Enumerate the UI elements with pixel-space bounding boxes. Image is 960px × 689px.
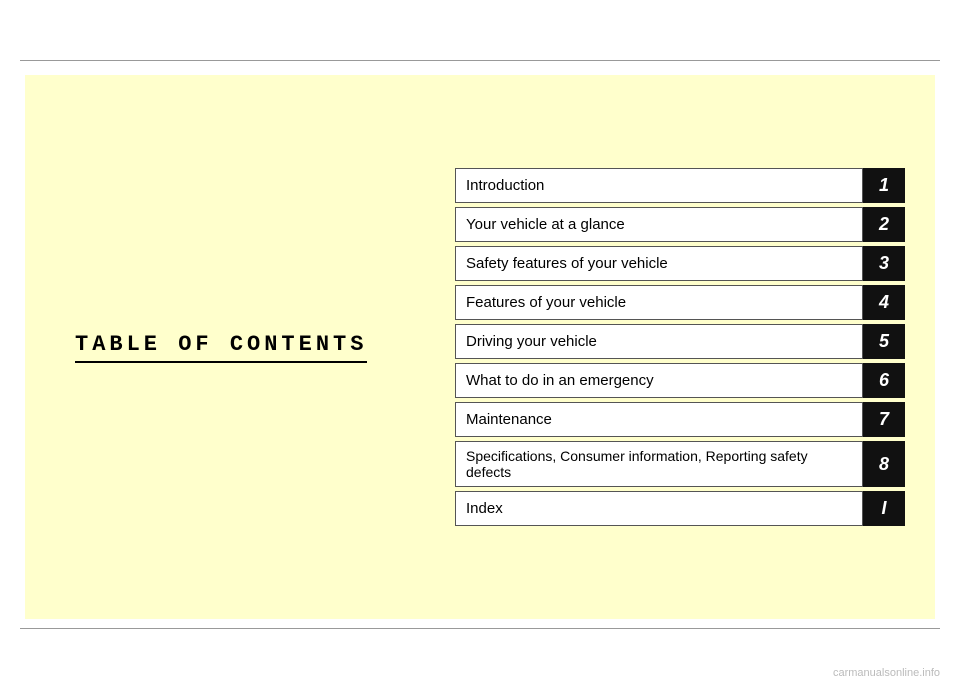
- toc-label-safety-features: Safety features of your vehicle: [455, 246, 863, 281]
- toc-row-driving[interactable]: Driving your vehicle5: [455, 324, 905, 359]
- main-content: TABLE OF CONTENTS Introduction1Your vehi…: [25, 75, 935, 619]
- toc-label-introduction: Introduction: [455, 168, 863, 203]
- watermark: carmanualsonline.info: [833, 667, 940, 679]
- toc-row-features[interactable]: Features of your vehicle4: [455, 285, 905, 320]
- toc-list: Introduction1Your vehicle at a glance2Sa…: [455, 168, 905, 526]
- toc-row-index[interactable]: IndexI: [455, 491, 905, 526]
- toc-label-index: Index: [455, 491, 863, 526]
- bottom-rule: [20, 628, 940, 629]
- toc-number-maintenance: 7: [863, 402, 905, 437]
- toc-number-introduction: 1: [863, 168, 905, 203]
- toc-label-vehicle-glance: Your vehicle at a glance: [455, 207, 863, 242]
- toc-title: TABLE OF CONTENTS: [75, 332, 367, 363]
- toc-number-safety-features: 3: [863, 246, 905, 281]
- toc-number-vehicle-glance: 2: [863, 207, 905, 242]
- toc-label-maintenance: Maintenance: [455, 402, 863, 437]
- toc-number-index: I: [863, 491, 905, 526]
- toc-number-specifications: 8: [863, 441, 905, 487]
- toc-label-driving: Driving your vehicle: [455, 324, 863, 359]
- toc-number-driving: 5: [863, 324, 905, 359]
- toc-label-specifications: Specifications, Consumer information, Re…: [455, 441, 863, 487]
- left-panel: TABLE OF CONTENTS: [55, 332, 455, 363]
- toc-row-specifications[interactable]: Specifications, Consumer information, Re…: [455, 441, 905, 487]
- toc-row-maintenance[interactable]: Maintenance7: [455, 402, 905, 437]
- toc-label-features: Features of your vehicle: [455, 285, 863, 320]
- toc-label-emergency: What to do in an emergency: [455, 363, 863, 398]
- toc-row-safety-features[interactable]: Safety features of your vehicle3: [455, 246, 905, 281]
- toc-row-emergency[interactable]: What to do in an emergency6: [455, 363, 905, 398]
- top-rule: [20, 60, 940, 61]
- toc-row-vehicle-glance[interactable]: Your vehicle at a glance2: [455, 207, 905, 242]
- toc-number-emergency: 6: [863, 363, 905, 398]
- toc-number-features: 4: [863, 285, 905, 320]
- toc-row-introduction[interactable]: Introduction1: [455, 168, 905, 203]
